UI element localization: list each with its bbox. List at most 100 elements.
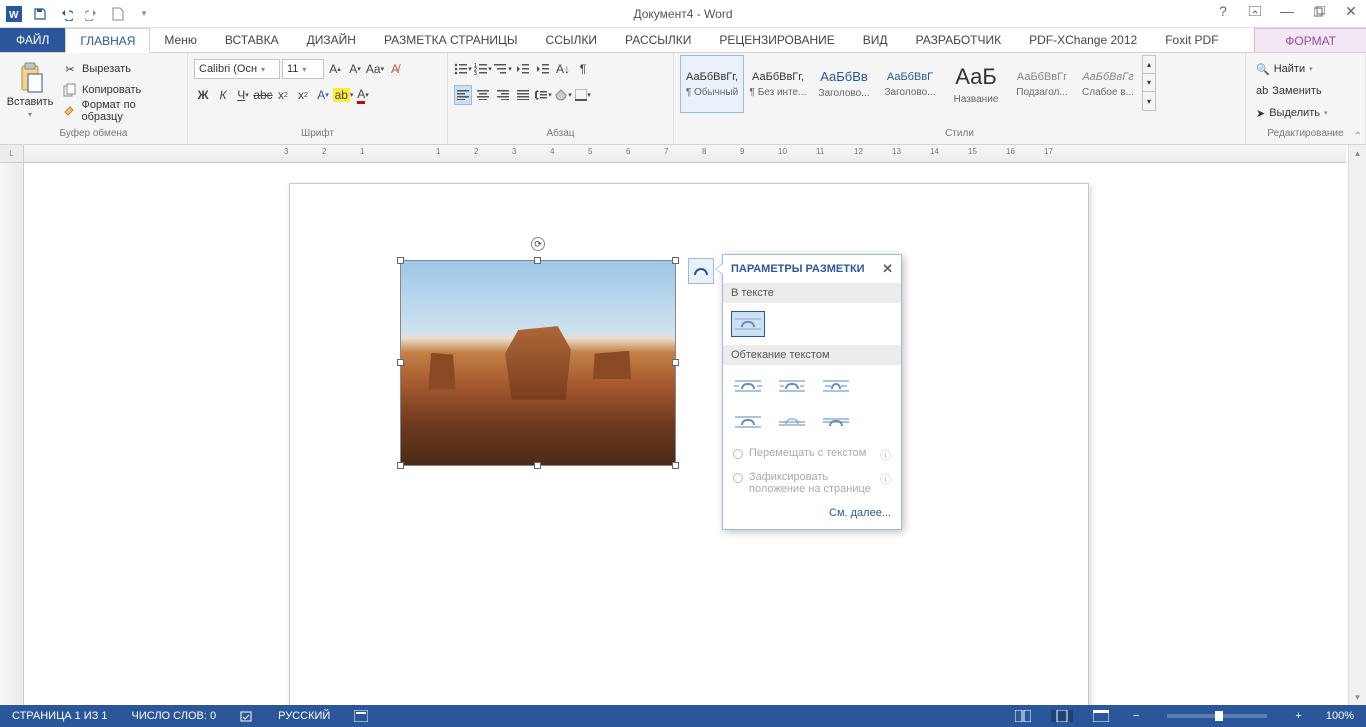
shrink-font-icon[interactable]: A▾ [346, 59, 364, 79]
popup-close-icon[interactable]: ✕ [882, 261, 893, 277]
wrap-square[interactable] [731, 373, 765, 399]
resize-handle[interactable] [672, 359, 679, 366]
collapse-ribbon-icon[interactable]: ⌃ [1354, 131, 1362, 142]
vertical-ruler[interactable] [0, 163, 24, 705]
align-right-icon[interactable] [494, 85, 512, 105]
info-icon[interactable]: ⓘ [880, 471, 891, 487]
replace-button[interactable]: abЗаменить [1252, 81, 1359, 101]
tab-design[interactable]: ДИЗАЙН [293, 28, 370, 52]
help-icon[interactable]: ? [1208, 0, 1238, 22]
italic-icon[interactable]: К [214, 85, 232, 105]
multilevel-icon[interactable]: ▾ [494, 59, 512, 79]
word-count[interactable]: ЧИСЛО СЛОВ: 0 [128, 710, 221, 722]
qa-customize-icon[interactable]: ▾ [132, 3, 156, 25]
resize-handle[interactable] [534, 257, 541, 264]
restore-icon[interactable] [1304, 0, 1334, 22]
read-mode-icon[interactable] [1011, 710, 1035, 722]
spellcheck-icon[interactable] [236, 709, 258, 723]
align-left-icon[interactable] [454, 85, 472, 105]
font-color-icon[interactable]: A▾ [354, 85, 372, 105]
zoom-thumb[interactable] [1215, 711, 1223, 721]
macro-icon[interactable] [350, 710, 372, 722]
tab-menu[interactable]: Меню [150, 28, 210, 52]
style-subtle[interactable]: АаБбВвГгСлабое в... [1076, 55, 1140, 113]
resize-handle[interactable] [534, 462, 541, 469]
tab-format[interactable]: ФОРМАТ [1254, 28, 1366, 52]
underline-icon[interactable]: Ч▾ [234, 85, 252, 105]
highlight-icon[interactable]: ab▾ [334, 85, 352, 105]
tab-pdfxchange[interactable]: PDF-XChange 2012 [1015, 28, 1151, 52]
show-marks-icon[interactable]: ¶ [574, 59, 592, 79]
style-title[interactable]: АаБНазвание [944, 55, 1008, 113]
wrap-behind[interactable] [775, 409, 809, 435]
resize-handle[interactable] [672, 462, 679, 469]
find-button[interactable]: 🔍Найти▾ [1252, 59, 1359, 79]
tab-view[interactable]: ВИД [849, 28, 902, 52]
app-icon[interactable]: W [2, 3, 26, 25]
grow-font-icon[interactable]: A▴ [326, 59, 344, 79]
clear-format-icon[interactable]: A̸ [386, 59, 404, 79]
style-normal[interactable]: АаБбВвГг,¶ Обычный [680, 55, 744, 113]
shading-icon[interactable]: ▾ [554, 85, 572, 105]
decrease-indent-icon[interactable] [514, 59, 532, 79]
wrap-tight[interactable] [775, 373, 809, 399]
wrap-front[interactable] [819, 409, 853, 435]
tab-foxit[interactable]: Foxit PDF [1151, 28, 1232, 52]
change-case-icon[interactable]: Aa▾ [366, 59, 384, 79]
layout-options-button[interactable] [688, 258, 714, 284]
scroll-down-icon[interactable]: ▾ [1349, 689, 1366, 705]
copy-button[interactable]: Копировать [58, 80, 181, 100]
ribbon-display-icon[interactable] [1240, 0, 1270, 22]
minimize-icon[interactable]: — [1272, 0, 1302, 22]
save-icon[interactable] [28, 3, 52, 25]
paste-button[interactable]: Вставить ▾ [6, 59, 54, 121]
page-area[interactable]: ⟳ ПАРАМЕТРЫ РАЗМЕТКИ ✕ [24, 163, 1346, 705]
styles-up-icon[interactable]: ▴ [1143, 56, 1155, 74]
font-family-combo[interactable]: Calibri (Осн▾ [194, 59, 280, 79]
strike-icon[interactable]: abc [254, 85, 272, 105]
web-layout-icon[interactable] [1089, 710, 1113, 722]
undo-icon[interactable] [54, 3, 78, 25]
page-indicator[interactable]: СТРАНИЦА 1 ИЗ 1 [8, 710, 112, 722]
selected-image[interactable]: ⟳ [400, 260, 676, 466]
wrap-through[interactable] [819, 373, 853, 399]
styles-more-icon[interactable]: ▾ [1143, 92, 1155, 110]
zoom-out-icon[interactable]: − [1129, 710, 1143, 722]
bullets-icon[interactable]: ▾ [454, 59, 472, 79]
resize-handle[interactable] [672, 257, 679, 264]
sort-icon[interactable]: A↓ [554, 59, 572, 79]
ruler-corner[interactable]: L [0, 145, 24, 163]
bold-icon[interactable]: Ж [194, 85, 212, 105]
cut-button[interactable]: ✂Вырезать [58, 59, 181, 79]
zoom-in-icon[interactable]: + [1291, 710, 1305, 722]
style-nospacing[interactable]: АаБбВвГг,¶ Без инте... [746, 55, 810, 113]
subscript-icon[interactable]: x2 [274, 85, 292, 105]
print-layout-icon[interactable] [1051, 710, 1073, 722]
resize-handle[interactable] [397, 462, 404, 469]
style-heading2[interactable]: АаБбВвГЗаголово... [878, 55, 942, 113]
info-icon[interactable]: ⓘ [880, 447, 891, 463]
text-effects-icon[interactable]: A▾ [314, 85, 332, 105]
superscript-icon[interactable]: x2 [294, 85, 312, 105]
tab-developer[interactable]: РАЗРАБОТЧИК [902, 28, 1016, 52]
resize-handle[interactable] [397, 359, 404, 366]
tab-file[interactable]: ФАЙЛ [0, 28, 65, 52]
resize-handle[interactable] [397, 257, 404, 264]
tab-references[interactable]: ССЫЛКИ [532, 28, 611, 52]
tab-insert[interactable]: ВСТАВКА [211, 28, 293, 52]
borders-icon[interactable]: ▾ [574, 85, 592, 105]
rotate-handle-icon[interactable]: ⟳ [531, 237, 545, 251]
styles-gallery-nav[interactable]: ▴▾▾ [1142, 55, 1156, 111]
wrap-topbottom[interactable] [731, 409, 765, 435]
tab-mailings[interactable]: РАССЫЛКИ [611, 28, 705, 52]
see-more-link[interactable]: См. далее... [723, 499, 901, 529]
select-button[interactable]: ➤Выделить▾ [1252, 103, 1359, 123]
close-icon[interactable]: ✕ [1336, 0, 1366, 22]
horizontal-ruler[interactable]: 3211234567891011121314151617 [24, 145, 1346, 163]
styles-down-icon[interactable]: ▾ [1143, 74, 1155, 92]
language-indicator[interactable]: РУССКИЙ [274, 710, 334, 722]
tab-home[interactable]: ГЛАВНАЯ [65, 28, 150, 53]
align-center-icon[interactable] [474, 85, 492, 105]
tab-review[interactable]: РЕЦЕНЗИРОВАНИЕ [705, 28, 848, 52]
style-subtitle[interactable]: АаБбВвГгПодзагол... [1010, 55, 1074, 113]
